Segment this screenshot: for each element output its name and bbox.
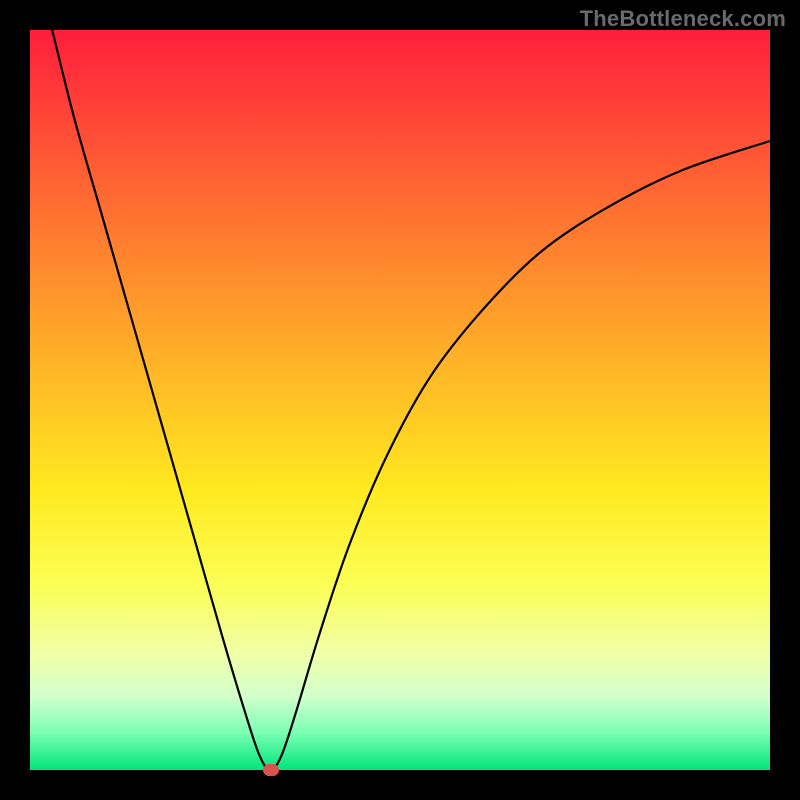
bottleneck-curve: [52, 30, 770, 770]
watermark-text: TheBottleneck.com: [580, 6, 786, 32]
optimum-marker: [263, 764, 279, 776]
plot-area: [30, 30, 770, 770]
curve-svg: [30, 30, 770, 770]
chart-frame: TheBottleneck.com: [0, 0, 800, 800]
